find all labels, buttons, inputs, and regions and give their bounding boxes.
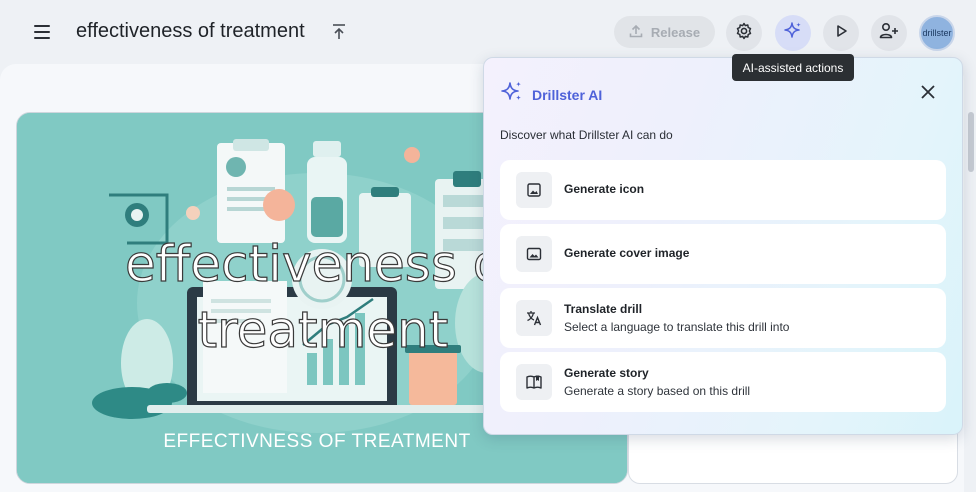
share-button[interactable] [871,15,907,51]
publish-upload-icon[interactable] [330,22,348,42]
add-person-icon [879,22,899,45]
generate-icon-option[interactable]: Generate icon [500,160,946,220]
generate-story-option[interactable]: Generate story Generate a story based on… [500,352,946,412]
release-label: Release [650,24,701,40]
ai-panel-header: Drillster AI [500,80,602,109]
avatar[interactable]: drillster [919,15,955,51]
ai-panel: Drillster AI Discover what Drillster AI … [483,57,963,435]
option-label: Generate icon [564,182,645,196]
option-description: Generate a story based on this drill [564,384,751,398]
release-button[interactable]: Release [614,16,715,48]
option-label: Translate drill [564,302,643,316]
play-button[interactable] [823,15,859,51]
ai-actions-tooltip: AI-assisted actions [732,54,854,81]
sparkle-icon [500,80,524,109]
ai-panel-title: Drillster AI [532,86,603,103]
translate-icon [516,300,552,336]
translate-drill-option[interactable]: Translate drill Select a language to tra… [500,288,946,348]
landscape-image-icon [516,236,552,272]
close-icon[interactable] [918,82,938,102]
hamburger-menu-icon[interactable] [26,16,58,48]
page-title: effectiveness of treatment [76,20,305,42]
upload-icon [629,24,643,41]
option-label: Generate story [564,366,649,380]
settings-button[interactable] [726,15,762,51]
option-label: Generate cover image [564,246,690,260]
sparkle-icon [783,21,803,46]
avatar-text: drillster [922,28,952,38]
ai-panel-subtitle: Discover what Drillster AI can do [500,128,673,142]
generate-cover-image-option[interactable]: Generate cover image [500,224,946,284]
image-icon [516,172,552,208]
play-icon [834,24,848,43]
gear-icon [735,22,753,45]
scrollbar[interactable] [968,112,974,172]
ai-actions-button[interactable] [775,15,811,51]
book-icon [516,364,552,400]
option-description: Select a language to translate this dril… [564,320,790,334]
